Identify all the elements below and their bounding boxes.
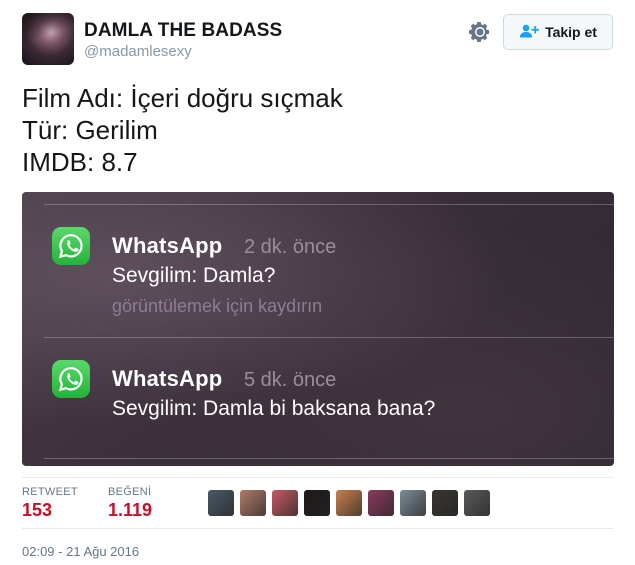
tweet-timestamp[interactable]: 02:09 - 21 Ağu 2016 (22, 544, 139, 559)
divider (22, 528, 614, 529)
divider (44, 204, 614, 205)
notification-app-name: WhatsApp (112, 366, 223, 391)
avatar[interactable] (22, 13, 74, 65)
divider (44, 458, 614, 459)
gear-icon[interactable] (468, 20, 492, 44)
liker-avatar-9[interactable] (464, 490, 490, 516)
liker-avatar-4[interactable] (304, 490, 330, 516)
liker-avatars (208, 490, 490, 516)
tweet-card: DAMLA THE BADASS @madamlesexy Takip et F… (0, 0, 635, 565)
follow-label: Takip et (545, 24, 597, 40)
notification-hint: görüntülemek için kaydırın (112, 296, 323, 316)
add-person-icon (519, 24, 539, 41)
notification-app-name: WhatsApp (112, 233, 223, 258)
attached-image[interactable]: WhatsApp 2 dk. önce Sevgilim: Damla? gör… (22, 192, 614, 466)
like-count[interactable]: 1.119 (108, 500, 152, 521)
liker-avatar-3[interactable] (272, 490, 298, 516)
retweet-label: RETWEET (22, 486, 78, 498)
retweet-count[interactable]: 153 (22, 500, 52, 521)
tweet-line-2: Tür: Gerilim (22, 115, 158, 145)
display-name[interactable]: DAMLA THE BADASS (84, 20, 282, 42)
whatsapp-icon (52, 360, 90, 398)
liker-avatar-7[interactable] (400, 490, 426, 516)
notification-message: Sevgilim: Damla bi baksana bana? (112, 397, 436, 420)
liker-avatar-2[interactable] (240, 490, 266, 516)
notification-time: 2 dk. önce (244, 236, 337, 258)
follow-button[interactable]: Takip et (503, 14, 613, 50)
divider (44, 337, 614, 338)
liker-avatar-6[interactable] (368, 490, 394, 516)
tweet-text: Film Adı: İçeri doğru sıçmak Tür: Gerili… (22, 82, 343, 178)
user-handle[interactable]: @madamlesexy (84, 43, 192, 60)
liker-avatar-1[interactable] (208, 490, 234, 516)
notification-time: 5 dk. önce (244, 369, 337, 391)
liker-avatar-8[interactable] (432, 490, 458, 516)
divider (22, 477, 614, 478)
notification-message: Sevgilim: Damla? (112, 264, 276, 287)
liker-avatar-5[interactable] (336, 490, 362, 516)
tweet-line-1: Film Adı: İçeri doğru sıçmak (22, 83, 343, 113)
like-label: BEĞENİ (108, 486, 152, 498)
tweet-line-3: IMDB: 8.7 (22, 147, 138, 177)
whatsapp-icon (52, 227, 90, 265)
